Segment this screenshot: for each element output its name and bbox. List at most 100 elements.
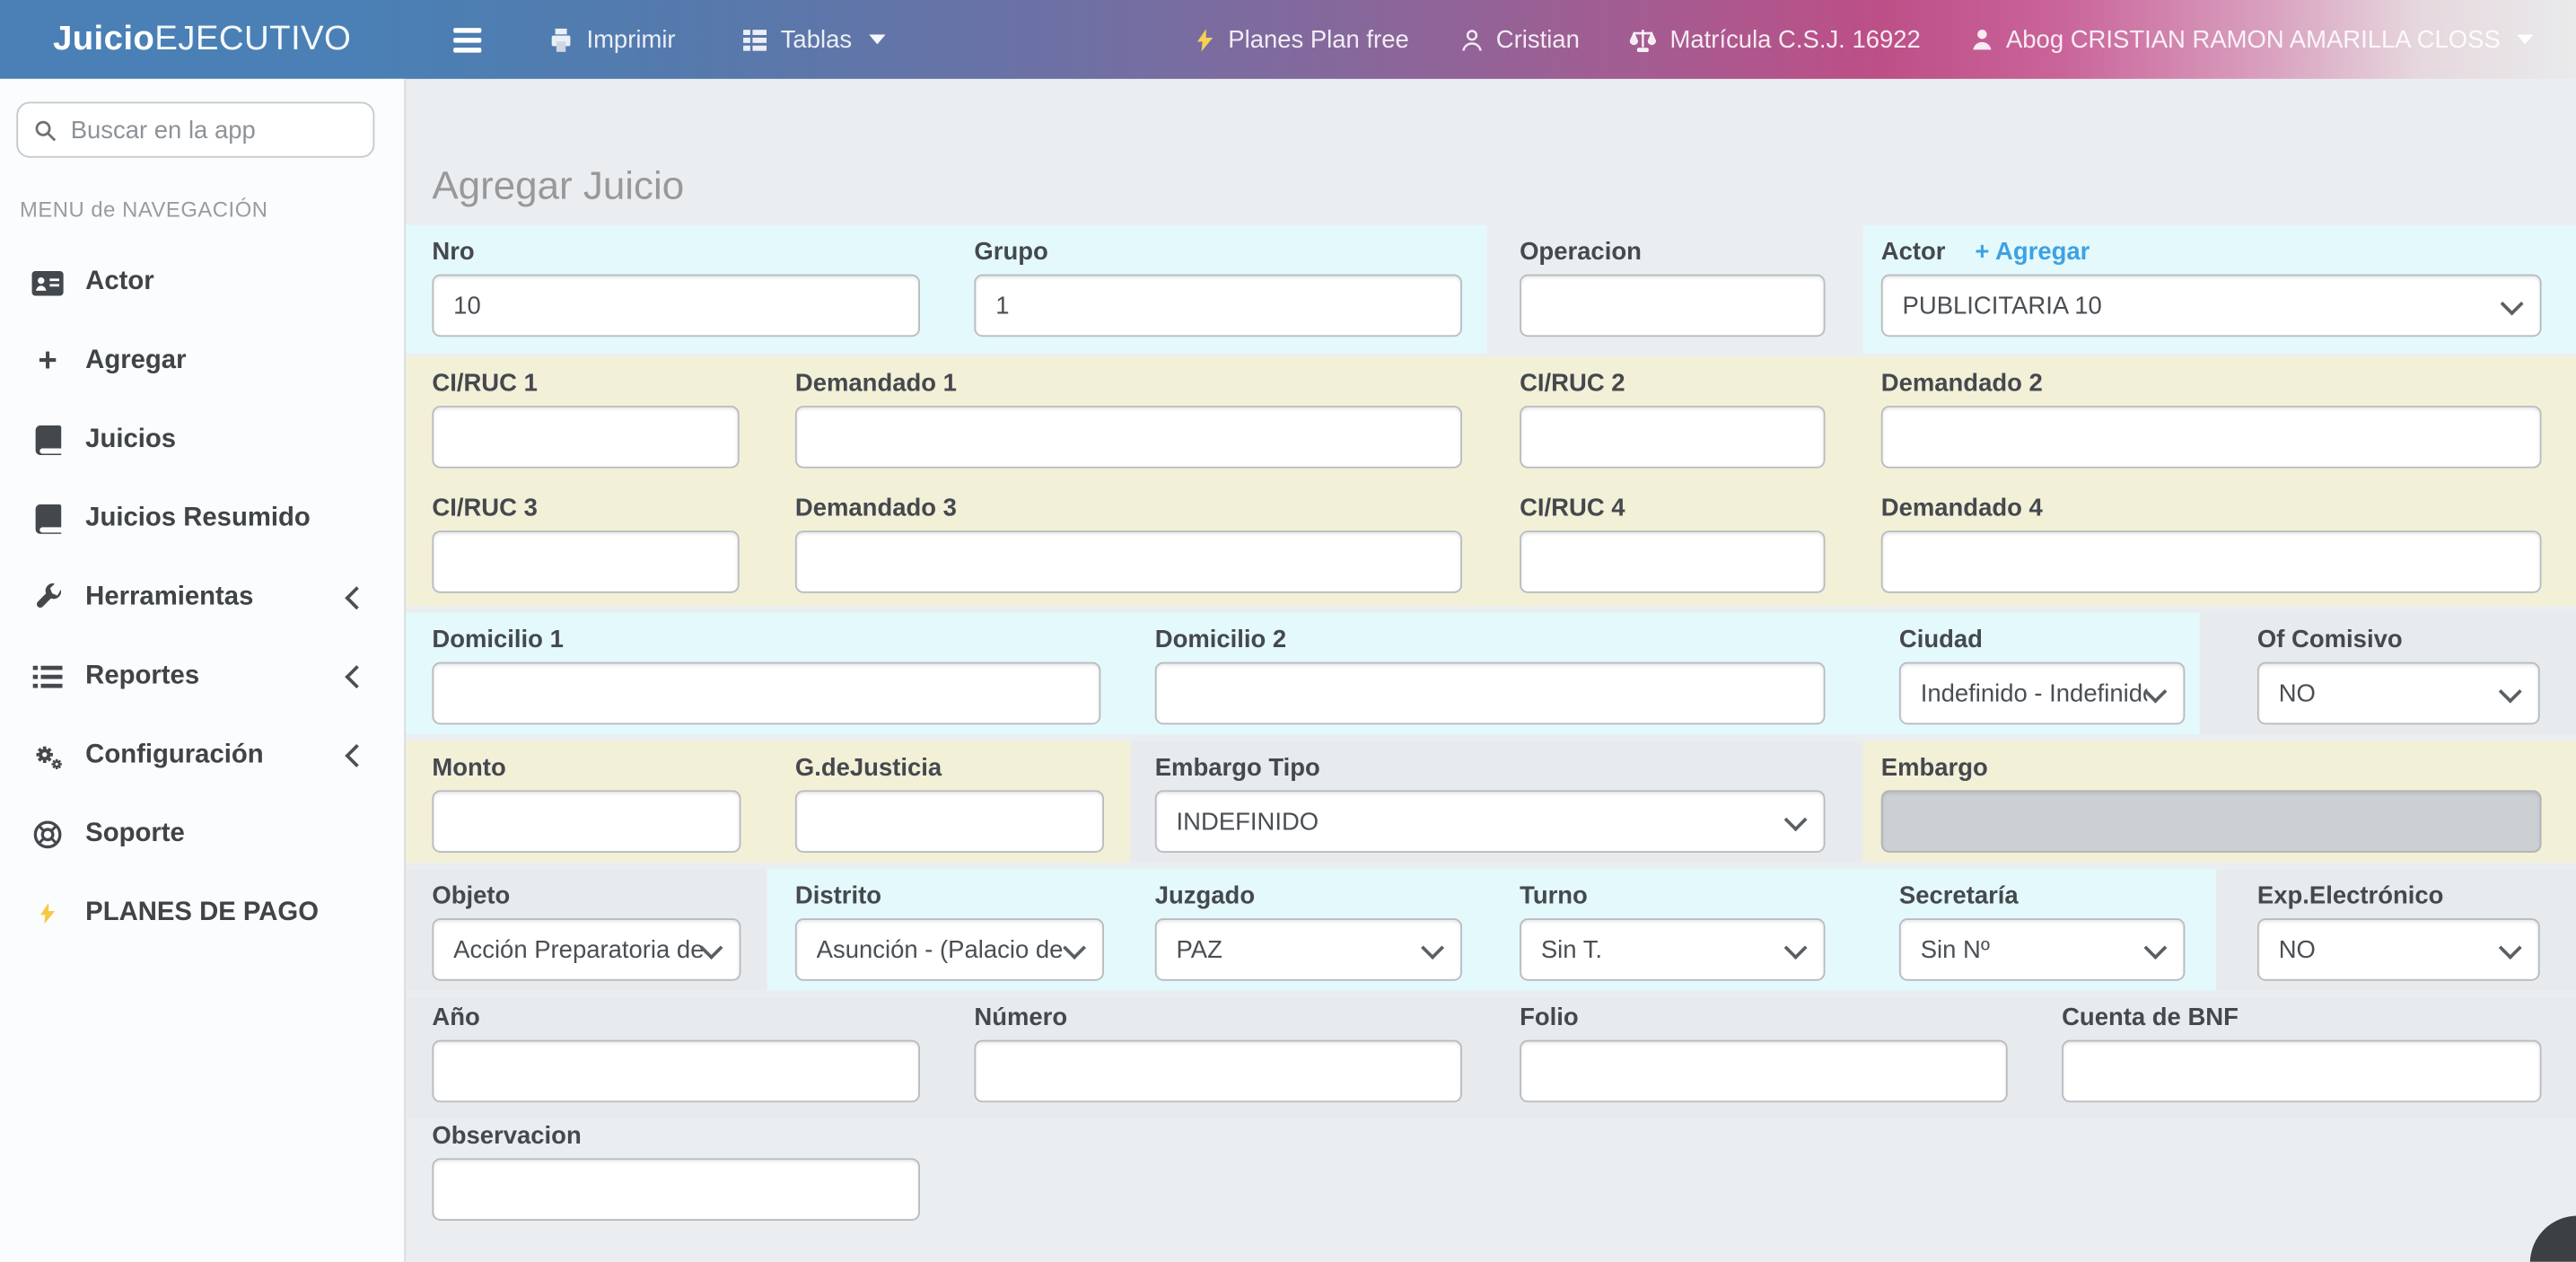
sidebar-section-header: MENU de NAVEGACIÓN xyxy=(20,197,268,222)
numero-input[interactable] xyxy=(974,1040,1462,1103)
user-shortname[interactable]: Cristian xyxy=(1459,25,1580,53)
demandado4-input[interactable] xyxy=(1881,530,2542,593)
chevron-down-icon xyxy=(1421,935,1444,959)
sidebar-item-agregar[interactable]: + Agregar xyxy=(0,322,404,401)
bolt-icon xyxy=(1192,25,1216,53)
ciruc2-input[interactable] xyxy=(1520,406,1825,469)
field-label: Domicilio 2 xyxy=(1155,626,1826,653)
field-label: Observacion xyxy=(432,1122,920,1150)
app-root: JuicioEJECUTIVO Imprimir Tablas xyxy=(0,0,2576,1262)
turno-select[interactable]: Sin T. xyxy=(1520,918,1825,981)
sidebar-item-actor[interactable]: Actor xyxy=(0,243,404,322)
field-monto: Monto xyxy=(432,754,740,853)
cuenta-bnf-input[interactable] xyxy=(2062,1040,2541,1103)
plans-link[interactable]: Planes Plan free xyxy=(1192,25,1409,53)
list-icon xyxy=(30,663,66,689)
plus-icon: + xyxy=(30,350,66,373)
matricula-label: Matrícula C.S.J. 16922 xyxy=(1670,25,1921,53)
ciudad-select[interactable]: Indefinido - Indefinido xyxy=(1899,662,2185,725)
sidebar-item-configuracion[interactable]: Configuración xyxy=(0,716,404,795)
tables-menu[interactable]: Tablas xyxy=(741,25,885,53)
field-juzgado: Juzgado PAZ xyxy=(1155,882,1462,981)
user-outline-icon xyxy=(1459,25,1485,53)
app-logo[interactable]: JuicioEJECUTIVO xyxy=(0,20,404,59)
address-card-icon xyxy=(30,268,66,296)
field-demandado4: Demandado 4 xyxy=(1881,495,2542,593)
bolt-icon xyxy=(30,898,66,928)
ciruc1-input[interactable] xyxy=(432,406,739,469)
secretaria-select[interactable]: Sin Nº xyxy=(1899,918,2185,981)
search-input[interactable] xyxy=(67,114,358,145)
hamburger-icon xyxy=(453,27,481,51)
of-comisivo-select[interactable]: NO xyxy=(2257,662,2540,725)
embargo-input xyxy=(1881,790,2542,853)
juzgado-select[interactable]: PAZ xyxy=(1155,918,1462,981)
anio-input[interactable] xyxy=(432,1040,920,1103)
distrito-select[interactable]: Asunción - (Palacio de J xyxy=(795,918,1104,981)
field-ciruc4: CI/RUC 4 xyxy=(1520,495,1825,593)
brand-light: EJECUTIVO xyxy=(154,20,351,57)
user-menu[interactable]: Abog CRISTIAN RAMON AMARILLA CLOSS xyxy=(1970,25,2534,53)
field-label: Objeto xyxy=(432,882,740,910)
chevron-down-icon xyxy=(868,34,884,44)
actor-select[interactable]: PUBLICITARIA 10 xyxy=(1881,275,2542,337)
chevron-down-icon xyxy=(1063,935,1086,959)
field-label: Actor xyxy=(1881,238,1946,266)
field-observacion: Observacion xyxy=(432,1122,920,1221)
field-label: CI/RUC 2 xyxy=(1520,370,1825,398)
exp-electronico-select[interactable]: NO xyxy=(2257,918,2540,981)
field-label: Monto xyxy=(432,754,740,782)
demandado3-input[interactable] xyxy=(795,530,1462,593)
folio-input[interactable] xyxy=(1520,1040,2008,1103)
field-gdejusticia: G.deJusticia xyxy=(795,754,1104,853)
field-label: Demandado 3 xyxy=(795,495,1462,522)
sidebar-toggle-button[interactable] xyxy=(453,27,481,51)
field-label: Of Comisivo xyxy=(2257,626,2540,653)
sidebar-item-soporte[interactable]: Soporte xyxy=(0,795,404,874)
matricula-badge[interactable]: Matrícula C.S.J. 16922 xyxy=(1629,25,1921,53)
field-turno: Turno Sin T. xyxy=(1520,882,1825,981)
plans-label: Planes Plan free xyxy=(1228,25,1408,53)
field-label: Embargo Tipo xyxy=(1155,754,1826,782)
field-distrito: Distrito Asunción - (Palacio de J xyxy=(795,882,1104,981)
nro-input[interactable] xyxy=(432,275,920,337)
demandado2-input[interactable] xyxy=(1881,406,2542,469)
sidebar-item-label: Agregar xyxy=(85,346,186,376)
field-ciruc2: CI/RUC 2 xyxy=(1520,370,1825,469)
sidebar-item-juicios[interactable]: Juicios xyxy=(0,401,404,480)
floating-action-button[interactable] xyxy=(2530,1215,2576,1261)
domicilio1-input[interactable] xyxy=(432,662,1100,725)
chevron-down-icon xyxy=(700,935,723,959)
chevron-down-icon xyxy=(2517,34,2533,44)
sidebar-item-herramientas[interactable]: Herramientas xyxy=(0,558,404,637)
monto-input[interactable] xyxy=(432,790,740,853)
operacion-input[interactable] xyxy=(1520,275,1825,337)
grupo-input[interactable] xyxy=(974,275,1462,337)
sidebar-item-planes-de-pago[interactable]: PLANES DE PAGO xyxy=(0,874,404,953)
domicilio2-input[interactable] xyxy=(1155,662,1826,725)
objeto-select[interactable]: Acción Preparatoria de J xyxy=(432,918,740,981)
field-label: CI/RUC 4 xyxy=(1520,495,1825,522)
add-actor-link[interactable]: + Agregar xyxy=(1975,238,2090,266)
field-label: Demandado 2 xyxy=(1881,370,2542,398)
gdejusticia-input[interactable] xyxy=(795,790,1104,853)
print-button[interactable]: Imprimir xyxy=(548,25,676,53)
field-secretaria: Secretaría Sin Nº xyxy=(1899,882,2185,981)
field-label: Juzgado xyxy=(1155,882,1462,910)
sidebar-item-reportes[interactable]: Reportes xyxy=(0,637,404,716)
embargo-tipo-select[interactable]: INDEFINIDO xyxy=(1155,790,1826,853)
ciruc3-input[interactable] xyxy=(432,530,739,593)
sidebar-item-juicios-resumido[interactable]: Juicios Resumido xyxy=(0,479,404,558)
page-title: Agregar Juicio xyxy=(432,164,684,210)
demandado1-input[interactable] xyxy=(795,406,1462,469)
observacion-input[interactable] xyxy=(432,1158,920,1221)
sidebar-item-label: Reportes xyxy=(85,662,199,692)
scales-icon xyxy=(1629,25,1659,53)
search-icon xyxy=(33,118,57,142)
top-navbar: JuicioEJECUTIVO Imprimir Tablas xyxy=(0,0,2576,79)
sidebar-item-label: Juicios xyxy=(85,425,176,455)
field-grupo: Grupo xyxy=(974,238,1462,337)
print-label: Imprimir xyxy=(586,25,675,53)
field-label: Embargo xyxy=(1881,754,2542,782)
ciruc4-input[interactable] xyxy=(1520,530,1825,593)
